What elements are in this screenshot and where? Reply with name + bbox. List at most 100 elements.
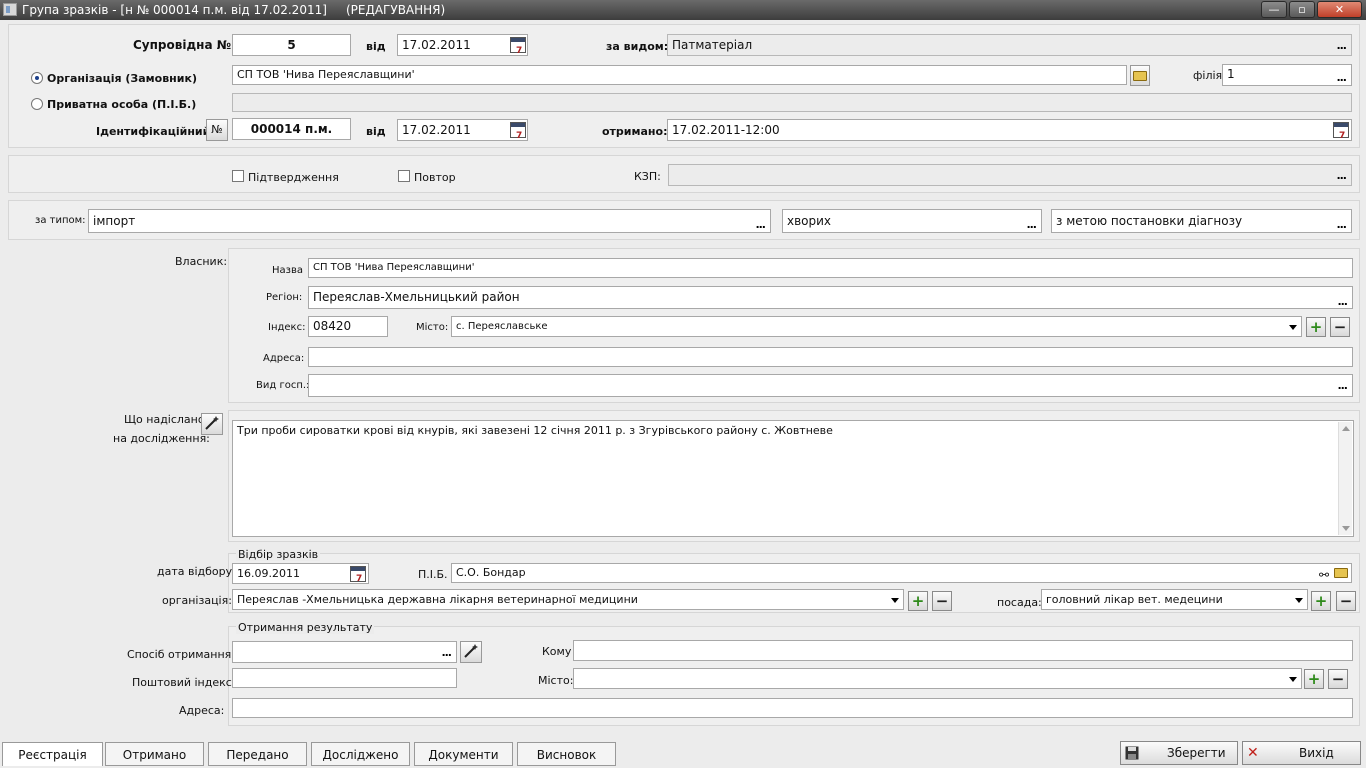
sent-textarea[interactable]: Три проби сироватки крові від кнурів, як… bbox=[232, 420, 1354, 537]
owner-region-field[interactable]: Переяслав-Хмельницький район ... bbox=[308, 286, 1353, 309]
ellipsis-icon[interactable]: ... bbox=[1336, 36, 1347, 55]
ident-number-button[interactable]: № bbox=[206, 119, 228, 141]
purpose-field[interactable]: з метою постановки діагнозу ... bbox=[1051, 209, 1352, 233]
magic-wand-icon bbox=[464, 644, 478, 658]
scroll-up-icon[interactable] bbox=[1342, 426, 1350, 431]
remove-org-button[interactable]: − bbox=[932, 591, 952, 611]
tab-received[interactable]: Отримано bbox=[105, 742, 204, 766]
results-to-label: Кому bbox=[542, 645, 572, 658]
results-postal-field[interactable] bbox=[232, 668, 457, 688]
confirm-checkbox[interactable] bbox=[232, 170, 244, 182]
ellipsis-icon[interactable]: ... bbox=[755, 214, 766, 232]
otrymano-label: отримано: bbox=[602, 125, 668, 138]
sampling-group-title: Відбір зразків bbox=[236, 548, 321, 561]
ellipsis-icon[interactable]: ... bbox=[441, 646, 452, 659]
ellipsis-icon[interactable]: ... bbox=[1026, 214, 1037, 232]
close-button[interactable]: ✕ bbox=[1317, 1, 1362, 18]
ellipsis-icon[interactable]: ... bbox=[1337, 291, 1348, 308]
ident-date-field[interactable]: 17.02.2011 bbox=[397, 119, 528, 141]
ellipsis-icon[interactable]: ... bbox=[1337, 379, 1348, 392]
add-org-button[interactable]: + bbox=[908, 591, 928, 611]
tab-registration[interactable]: Реєстрація bbox=[2, 742, 103, 766]
chevron-down-icon[interactable] bbox=[1289, 677, 1297, 682]
binoculars-icon[interactable]: ⚯ bbox=[1319, 566, 1329, 582]
chevron-down-icon[interactable] bbox=[1295, 598, 1303, 603]
owner-section-label: Власник: bbox=[175, 255, 228, 268]
sampling-date-field[interactable]: 16.09.2011 bbox=[232, 563, 369, 584]
sampling-position-label: посада: bbox=[997, 596, 1042, 609]
tab-conclusion[interactable]: Висновок bbox=[517, 742, 616, 766]
filia-label: філія: bbox=[1193, 69, 1226, 82]
confirm-label[interactable]: Підтвердження bbox=[248, 171, 339, 184]
sampling-org-select[interactable]: Переяслав -Хмельницька державна лікарня … bbox=[232, 589, 904, 610]
org-radio[interactable] bbox=[31, 72, 43, 84]
ident-number-field[interactable]: 000014 п.м. bbox=[232, 118, 351, 140]
sampling-pib-field[interactable]: С.О. Бондар ⚯ bbox=[451, 563, 1352, 583]
sampling-pib-label: П.І.Б. bbox=[418, 568, 448, 581]
ellipsis-icon[interactable]: ... bbox=[1336, 69, 1347, 85]
calendar-icon[interactable] bbox=[510, 37, 526, 55]
soprovidna-date-field[interactable]: 17.02.2011 bbox=[397, 34, 528, 56]
results-address-field[interactable] bbox=[232, 698, 1353, 718]
tab-transferred[interactable]: Передано bbox=[208, 742, 307, 766]
filia-value: 1 bbox=[1227, 67, 1235, 81]
za-vydom-value: Патматеріал bbox=[672, 38, 753, 52]
repeat-label[interactable]: Повтор bbox=[414, 171, 456, 184]
remove-result-city-button[interactable]: − bbox=[1328, 669, 1348, 689]
remove-city-button[interactable]: − bbox=[1330, 317, 1350, 337]
open-folder-button[interactable] bbox=[1130, 65, 1150, 86]
calendar-icon[interactable] bbox=[350, 566, 366, 583]
sent-label-line2: на дослідження: bbox=[113, 432, 210, 445]
filia-field[interactable]: 1 ... bbox=[1222, 64, 1352, 86]
tab-researched[interactable]: Досліджено bbox=[311, 742, 410, 766]
disease-field[interactable]: хворих ... bbox=[782, 209, 1042, 233]
maximize-button[interactable]: ▫ bbox=[1289, 1, 1315, 18]
ellipsis-icon[interactable]: ... bbox=[1336, 214, 1347, 232]
org-radio-label[interactable]: Організація (Замовник) bbox=[47, 72, 197, 85]
kzp-field[interactable]: ... bbox=[668, 164, 1352, 186]
minimize-button[interactable]: — bbox=[1261, 1, 1287, 18]
private-person-field[interactable] bbox=[232, 93, 1352, 112]
owner-name-label: Назва bbox=[272, 265, 303, 276]
za-vydom-field[interactable]: Патматеріал ... bbox=[667, 34, 1352, 56]
owner-name-field[interactable]: СП ТОВ 'Нива Переяславщини' bbox=[308, 258, 1353, 278]
type-field[interactable]: імпорт ... bbox=[88, 209, 771, 233]
save-label: Зберегти bbox=[1167, 746, 1226, 760]
owner-address-field[interactable] bbox=[308, 347, 1353, 367]
calendar-icon[interactable] bbox=[510, 122, 526, 140]
private-radio[interactable] bbox=[31, 98, 43, 110]
results-postal-label: Поштовий індекс: bbox=[132, 676, 236, 689]
sampling-position-value: головний лікар вет. медецини bbox=[1046, 593, 1223, 606]
tab-documents[interactable]: Документи bbox=[414, 742, 513, 766]
soprovidna-number-field[interactable]: 5 bbox=[232, 34, 351, 56]
remove-position-button[interactable]: − bbox=[1336, 591, 1356, 611]
calendar-icon[interactable] bbox=[1333, 122, 1349, 140]
add-position-button[interactable]: + bbox=[1311, 591, 1331, 611]
add-city-button[interactable]: + bbox=[1306, 317, 1326, 337]
results-to-field[interactable] bbox=[573, 640, 1353, 661]
owner-farm-field[interactable]: ... bbox=[308, 374, 1353, 397]
chevron-down-icon[interactable] bbox=[1289, 325, 1297, 330]
wand-button[interactable] bbox=[201, 413, 223, 435]
add-result-city-button[interactable]: + bbox=[1304, 669, 1324, 689]
org-field[interactable]: СП ТОВ 'Нива Переяславщини' bbox=[232, 65, 1127, 85]
private-radio-label[interactable]: Приватна особа (П.І.Б.) bbox=[47, 98, 196, 111]
save-button[interactable]: Зберегти bbox=[1120, 741, 1238, 765]
results-city-select[interactable] bbox=[573, 668, 1302, 689]
za-typom-label: за типом: bbox=[35, 215, 86, 226]
owner-city-select[interactable]: с. Переяславське bbox=[451, 316, 1302, 337]
results-wand-button[interactable] bbox=[460, 641, 482, 663]
owner-index-field[interactable]: 08420 bbox=[308, 316, 388, 337]
results-method-field[interactable]: ... bbox=[232, 641, 457, 663]
owner-city-label: Місто: bbox=[416, 322, 449, 333]
folder-icon[interactable] bbox=[1334, 568, 1348, 578]
ellipsis-icon[interactable]: ... bbox=[1336, 169, 1347, 182]
scroll-down-icon[interactable] bbox=[1342, 526, 1350, 531]
exit-button[interactable]: ✕ Вихід bbox=[1242, 741, 1361, 765]
scrollbar[interactable] bbox=[1338, 422, 1352, 535]
chevron-down-icon[interactable] bbox=[891, 598, 899, 603]
results-city-label: Місто: bbox=[538, 674, 574, 687]
otrymano-field[interactable]: 17.02.2011-12:00 bbox=[667, 119, 1352, 141]
sampling-position-select[interactable]: головний лікар вет. медецини bbox=[1041, 589, 1308, 610]
repeat-checkbox[interactable] bbox=[398, 170, 410, 182]
